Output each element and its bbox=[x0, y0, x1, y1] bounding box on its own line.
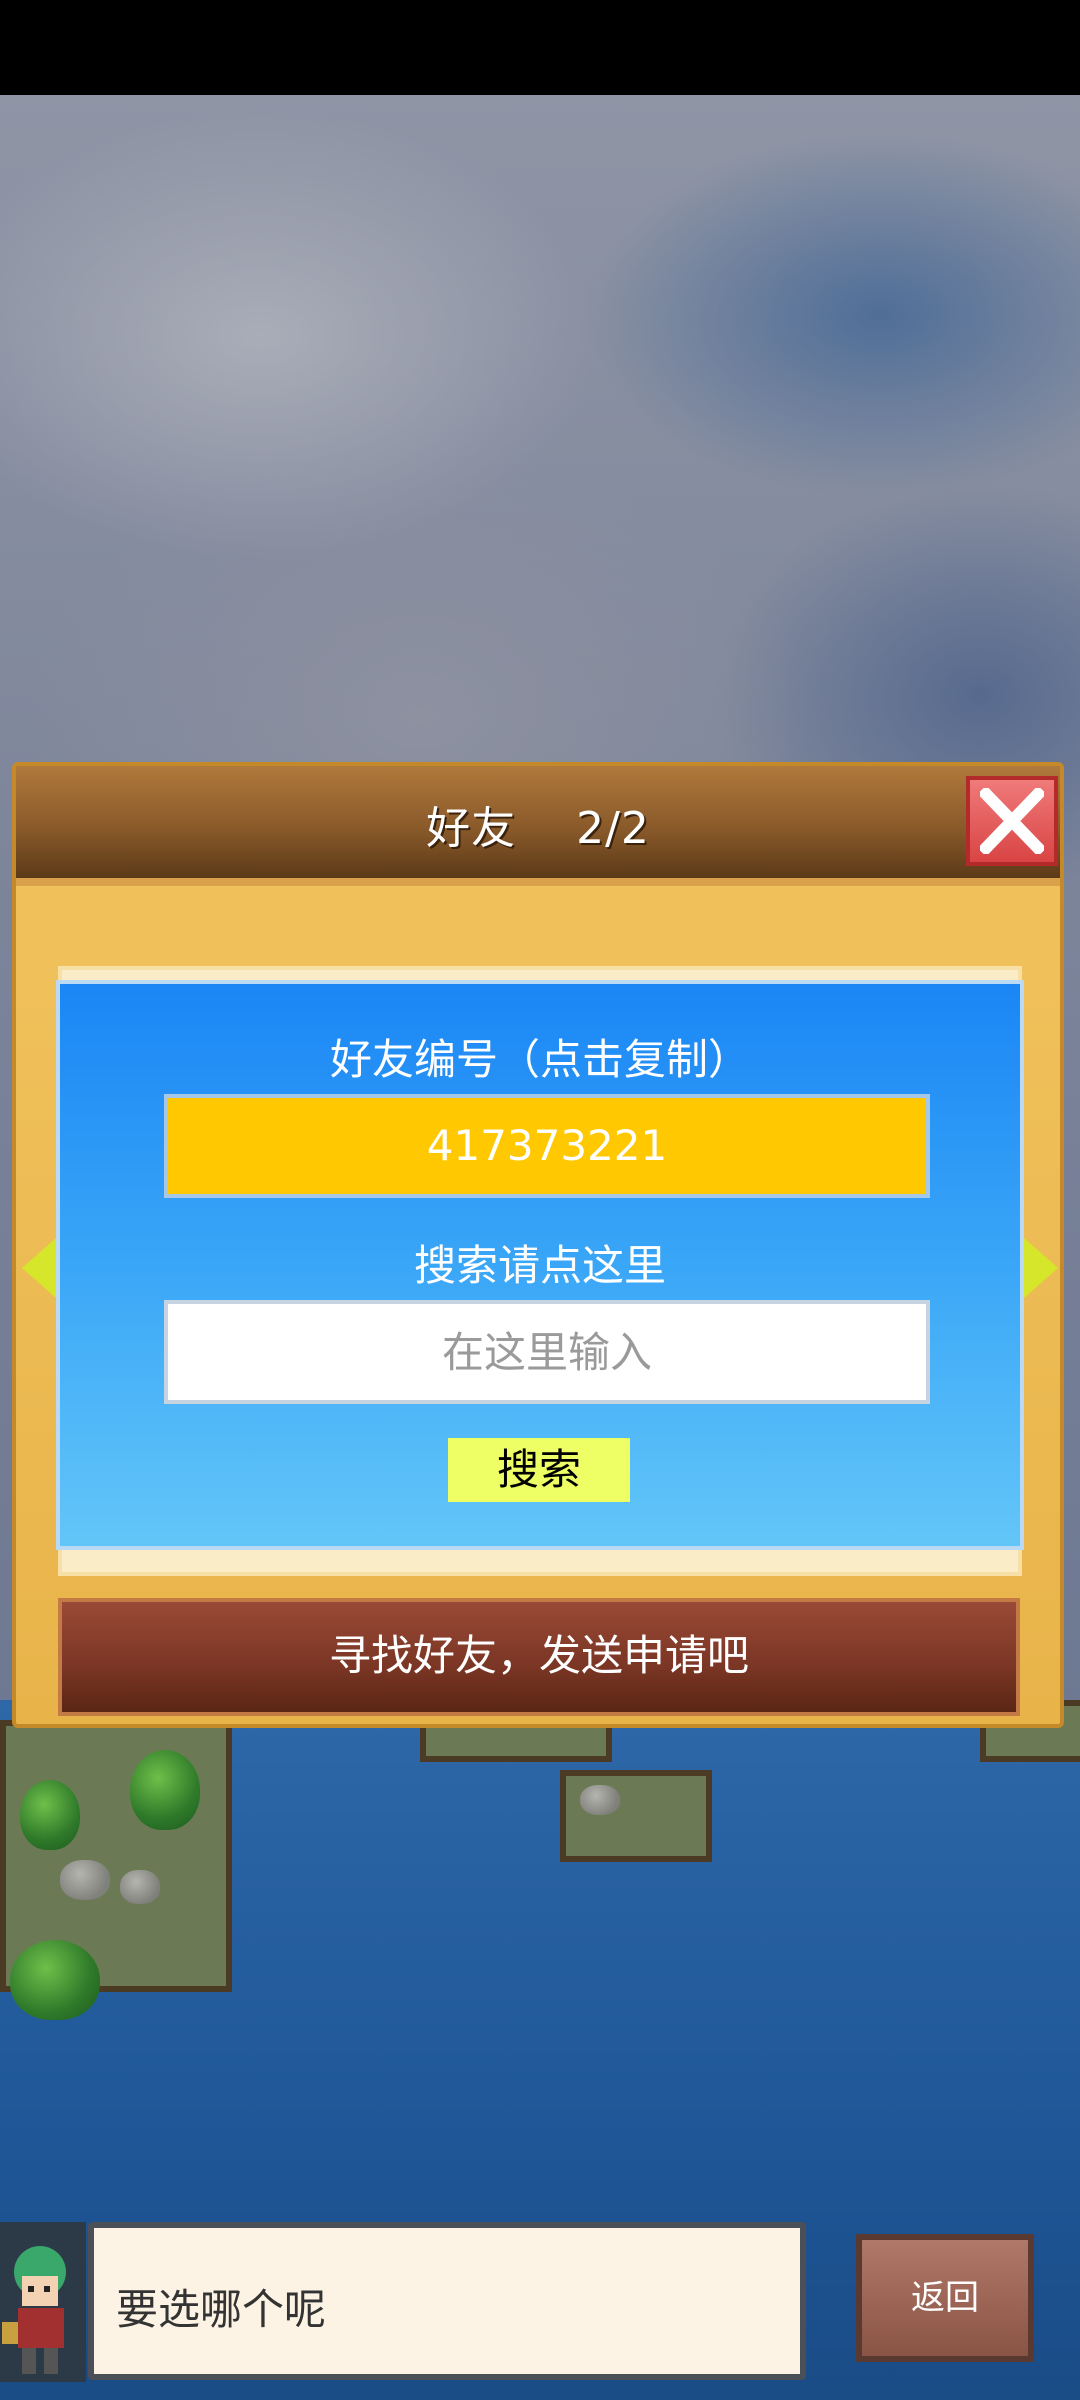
tree-sprite bbox=[130, 1750, 200, 1830]
island-tile bbox=[560, 1770, 712, 1862]
rock-sprite bbox=[120, 1870, 160, 1904]
search-button[interactable]: 搜索 bbox=[448, 1438, 630, 1502]
friend-id-popup: 好友编号（点击复制） 417373221 搜索请点这里 搜索 bbox=[56, 980, 1024, 1550]
search-input[interactable] bbox=[164, 1300, 930, 1404]
friend-id-copy-box[interactable]: 417373221 bbox=[164, 1094, 930, 1198]
next-page-arrow-icon[interactable] bbox=[1024, 1238, 1058, 1298]
search-label: 搜索请点这里 bbox=[413, 1241, 666, 1290]
message-bubble: 要选哪个呢 bbox=[88, 2222, 806, 2380]
rock-sprite bbox=[580, 1785, 620, 1815]
tree-sprite bbox=[10, 1940, 100, 2020]
bottom-edge bbox=[0, 2382, 1080, 2400]
previous-page-arrow-icon[interactable] bbox=[22, 1238, 56, 1298]
find-friends-button[interactable]: 寻找好友，发送申请吧 bbox=[58, 1598, 1020, 1716]
close-button[interactable] bbox=[966, 776, 1058, 866]
dialog-title: 好友 2/2 bbox=[426, 803, 650, 854]
dialog-header: 好友 2/2 bbox=[16, 766, 1060, 886]
game-screen: 好友 2/2 寻找好友，发送申请吧 好友编号（点击复制） 417373221 搜… bbox=[0, 0, 1080, 2400]
status-bar bbox=[0, 0, 1080, 95]
tree-sprite bbox=[20, 1780, 80, 1850]
friend-id-label: 好友编号（点击复制） bbox=[329, 1035, 750, 1084]
avatar bbox=[0, 2222, 86, 2382]
character-avatar-icon bbox=[0, 2222, 86, 2382]
message-text: 要选哪个呢 bbox=[116, 2285, 327, 2334]
back-button[interactable]: 返回 bbox=[856, 2234, 1034, 2362]
rock-sprite bbox=[60, 1860, 110, 1900]
close-x-icon bbox=[980, 788, 1044, 854]
